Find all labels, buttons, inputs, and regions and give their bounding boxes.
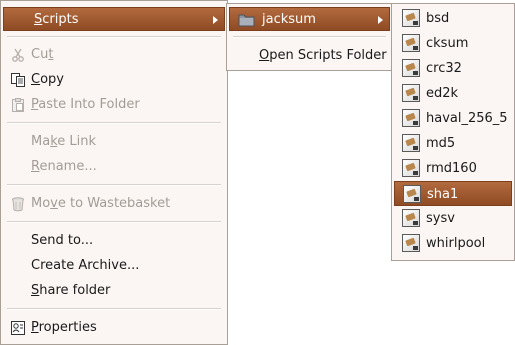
menu-item-script-label: md5: [426, 136, 456, 151]
menu-item-paste-label: Paste Into Folder: [31, 97, 140, 112]
menu-item-properties[interactable]: Properties: [1, 316, 227, 340]
menu-item-cut[interactable]: Cut: [1, 43, 227, 67]
menu-item-properties-label: Properties: [31, 320, 97, 335]
submenu-arrow-icon: [378, 16, 383, 24]
script-icon: [402, 234, 420, 252]
menu-item-script[interactable]: crc32: [394, 56, 512, 81]
jacksum-submenu: bsd cksum crc32 ed2k haval_256_5 md5 rmd…: [391, 3, 515, 261]
menu-item-send-to[interactable]: Send to...: [1, 229, 227, 253]
menu-item-cut-label-pre: Cu: [31, 47, 49, 62]
script-icon: [402, 34, 420, 52]
menu-item-move-mnemonic: v: [50, 196, 58, 211]
menu-item-move-label-post: e to Wastebasket: [57, 196, 171, 211]
menu-item-copy-label-post: opy: [40, 72, 64, 87]
menu-item-open-scripts-folder-label: Open Scripts Folder: [259, 48, 387, 63]
menu-item-copy-mnemonic: C: [31, 72, 41, 87]
menu-item-share-folder[interactable]: Share folder: [1, 279, 227, 303]
menu-item-open-scripts-folder-mnemonic: O: [259, 48, 270, 63]
menu-item-script[interactable]: cksum: [394, 31, 512, 56]
menu-item-scripts[interactable]: Scripts: [3, 7, 225, 31]
menu-item-copy[interactable]: Copy: [1, 68, 227, 92]
scissors-icon: [10, 47, 26, 63]
menu-item-script-label: rmd160: [426, 161, 477, 176]
submenu-arrow-icon: [213, 16, 218, 24]
properties-icon: [10, 320, 26, 336]
menu-item-make-link-label: Make Link: [31, 134, 96, 149]
menu-item-open-scripts-folder-label-post: pen Scripts Folder: [269, 48, 387, 63]
menu-item-make-link[interactable]: Make Link: [1, 130, 227, 154]
menu-item-rename-label-post: ename...: [39, 159, 97, 174]
menu-item-cut-label: Cut: [31, 47, 53, 62]
script-icon: [402, 59, 420, 77]
menu-item-script[interactable]: ed2k: [394, 81, 512, 106]
menu-item-script-label: cksum: [426, 36, 469, 51]
menu-item-script[interactable]: md5: [394, 131, 512, 156]
menu-item-script[interactable]: sysv: [394, 206, 512, 231]
script-icon: [402, 9, 420, 27]
script-icon: [402, 84, 420, 102]
script-icon: [402, 109, 420, 127]
menu-item-move-label-pre: Mo: [31, 196, 51, 211]
copy-icon: [10, 72, 26, 88]
menu-item-properties-label-post: roperties: [38, 320, 97, 335]
menu-item-make-link-label-post: e Link: [57, 134, 97, 149]
menu-item-script[interactable]: whirlpool: [394, 231, 512, 256]
separator: [7, 221, 221, 223]
separator: [233, 36, 386, 38]
menu-item-script-label: whirlpool: [426, 236, 486, 251]
menu-item-create-archive[interactable]: Create Archive...: [1, 254, 227, 278]
menu-item-script-label: sysv: [426, 211, 455, 226]
menu-item-script-label: bsd: [426, 11, 450, 26]
menu-item-paste-label-post: aste Into Folder: [38, 97, 140, 112]
menu-item-jacksum-label: jacksum: [262, 12, 316, 27]
separator: [7, 308, 221, 310]
menu-item-paste-into-folder[interactable]: Paste Into Folder: [1, 93, 227, 117]
menu-item-script-highlighted[interactable]: sha1: [394, 181, 512, 206]
menu-item-share-folder-label-post: hare folder: [39, 283, 111, 298]
menu-item-script-label: haval_256_5: [426, 111, 508, 126]
menu-item-copy-label: Copy: [31, 72, 64, 87]
menu-item-scripts-label-post: cripts: [42, 12, 79, 27]
separator: [7, 36, 221, 38]
menu-item-send-to-label: Send to...: [31, 233, 94, 248]
menu-item-script-label: ed2k: [426, 86, 459, 101]
script-icon: [402, 209, 420, 227]
folder-icon: [238, 12, 256, 32]
paste-icon: [10, 97, 26, 113]
menu-item-script-label: crc32: [426, 61, 462, 76]
script-icon: [402, 134, 420, 152]
menu-item-create-archive-label: Create Archive...: [31, 258, 140, 273]
menu-item-make-link-label-pre: Ma: [31, 134, 51, 149]
script-icon: [403, 185, 421, 203]
menu-item-open-scripts-folder[interactable]: Open Scripts Folder: [227, 44, 392, 68]
menu-item-jacksum[interactable]: jacksum: [229, 7, 390, 31]
menu-item-scripts-label: Scripts: [34, 12, 79, 27]
menu-item-rename-label: Rename...: [31, 159, 97, 174]
menu-item-script-label: sha1: [427, 187, 459, 202]
menu-item-share-folder-label: Share folder: [31, 283, 110, 298]
menu-item-move-label: Move to Wastebasket: [31, 196, 170, 211]
menu-item-script[interactable]: haval_256_5: [394, 106, 512, 131]
context-menu: Scripts Cut Copy Paste Into Folder Make …: [0, 0, 228, 345]
menu-item-script[interactable]: bsd: [394, 6, 512, 31]
menu-item-rename[interactable]: Rename...: [1, 155, 227, 179]
trash-icon: [10, 196, 26, 212]
separator: [7, 184, 221, 186]
separator: [7, 122, 221, 124]
menu-item-cut-mnemonic: t: [48, 47, 54, 62]
menu-item-script[interactable]: rmd160: [394, 156, 512, 181]
menu-item-properties-mnemonic: P: [31, 320, 39, 335]
script-icon: [402, 159, 420, 177]
scripts-submenu: jacksum Open Scripts Folder: [226, 3, 393, 71]
menu-item-move-to-wastebasket[interactable]: Move to Wastebasket: [1, 192, 227, 216]
